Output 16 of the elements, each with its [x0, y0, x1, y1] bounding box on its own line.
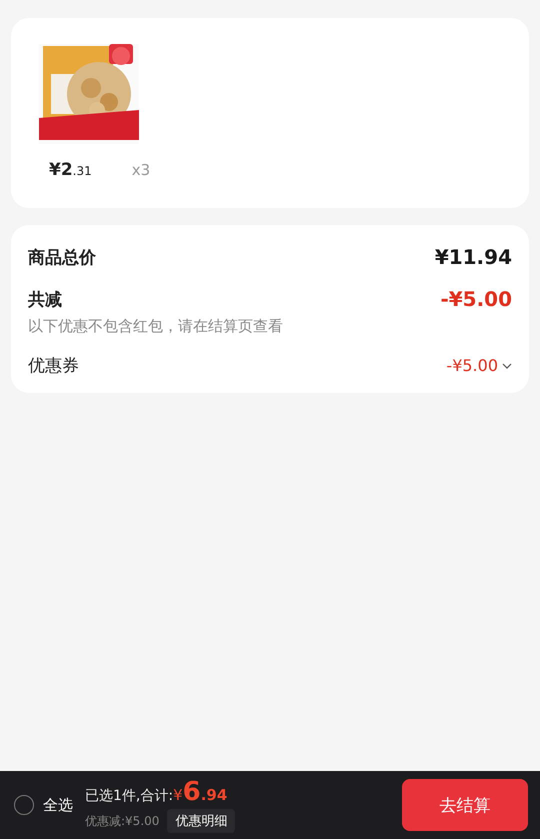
total-price: ¥6.94 [173, 777, 228, 807]
discount-detail-button[interactable]: 优惠明细 [167, 809, 236, 833]
coupon-label: 优惠券 [28, 355, 79, 377]
coupon-dropdown[interactable]: -¥5.00 [446, 356, 512, 375]
product-price: ¥2.31 [49, 160, 92, 180]
summary-label: 共减 [28, 288, 62, 310]
select-all-label[interactable]: 全选 [43, 796, 73, 814]
discount-note: 以下优惠不包含红包，请在结算页查看 [28, 317, 284, 336]
select-all-checkbox[interactable] [14, 795, 34, 815]
quantity: x3 [132, 161, 150, 179]
summary-label: 商品总价 [28, 246, 96, 268]
summary-value: -¥5.00 [440, 287, 512, 311]
selected-count: 已选1件,合计: [85, 787, 174, 805]
summary-value: ¥11.94 [434, 245, 512, 269]
discount-amount: 优惠减:¥5.00 [85, 812, 160, 830]
checkout-button[interactable]: 去结算 [402, 779, 528, 831]
